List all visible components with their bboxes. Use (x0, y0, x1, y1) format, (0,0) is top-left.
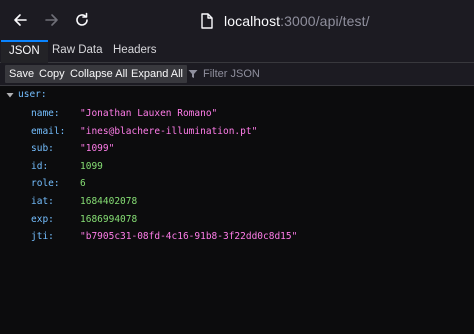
table-row[interactable]: sub: "1099" (31, 141, 114, 157)
reload-button[interactable] (70, 8, 94, 32)
row-value: "ines@blachere-illumination.pt" (80, 125, 258, 137)
collapse-all-button[interactable]: Collapse All (66, 65, 132, 83)
filter-icon (188, 70, 198, 78)
row-key: exp: (31, 213, 54, 225)
row-key: role: (31, 178, 60, 190)
row-key: id: (31, 160, 49, 172)
row-value: 1099 (80, 160, 103, 172)
tree-root-row[interactable]: user: (0, 87, 47, 103)
expand-all-button[interactable]: Expand All (127, 65, 187, 83)
table-row[interactable]: id: 1099 (31, 159, 103, 175)
back-button[interactable] (8, 8, 32, 32)
row-key: email: (31, 125, 66, 137)
json-tree: user: name: "Jonathan Lauxen Romano" email… (0, 86, 474, 334)
url-path: :3000/api/test/ (280, 13, 370, 29)
row-value: 1684402078 (80, 196, 138, 207)
forward-arrow-icon (45, 14, 58, 26)
forward-button[interactable] (40, 8, 64, 32)
table-row[interactable]: jti: "b7905c31-08fd-4c16-91b8-3f22dd0c8d1… (31, 229, 297, 245)
row-value: "b7905c31-08fd-4c16-91b8-3f22dd0c8d15" (80, 231, 298, 243)
address-bar[interactable]: localhost:3000/api/test/ (200, 10, 370, 32)
viewer-tabbar: JSON Raw Data Headers (0, 40, 474, 64)
row-value: 1686994078 (80, 213, 138, 225)
row-key: sub: (31, 143, 54, 155)
table-row[interactable]: email: "ines@blachere-illumination.pt" (31, 124, 257, 140)
table-row[interactable]: iat: 1684402078 (31, 194, 137, 210)
root-key: user: (18, 89, 47, 100)
row-key: iat: (31, 196, 54, 207)
json-toolbar: Save Copy Collapse All Expand All Filter… (0, 63, 474, 86)
page-icon (201, 13, 213, 29)
expand-toggle-icon[interactable] (6, 91, 14, 99)
save-button[interactable]: Save (5, 65, 39, 83)
table-row[interactable]: exp: 1686994078 (31, 212, 137, 228)
row-key: jti: (31, 231, 54, 243)
url-host: localhost (224, 13, 281, 29)
tab-raw-data[interactable]: Raw Data (44, 40, 111, 62)
table-row[interactable]: name: "Jonathan Lauxen Romano" (31, 106, 217, 122)
row-value: "Jonathan Lauxen Romano" (80, 108, 218, 119)
filter-placeholder: Filter JSON (203, 68, 260, 80)
back-arrow-icon (14, 14, 27, 26)
copy-button[interactable]: Copy (35, 65, 69, 83)
filter-input[interactable]: Filter JSON (188, 66, 260, 82)
row-key: name: (31, 108, 60, 119)
tab-headers[interactable]: Headers (105, 40, 164, 62)
row-value: "1099" (80, 143, 115, 155)
row-value: 6 (80, 178, 86, 190)
reload-icon (76, 12, 88, 26)
tab-json[interactable]: JSON (1, 40, 48, 64)
browser-toolbar: localhost:3000/api/test/ (0, 0, 474, 40)
table-row[interactable]: role: 6 (31, 176, 86, 192)
